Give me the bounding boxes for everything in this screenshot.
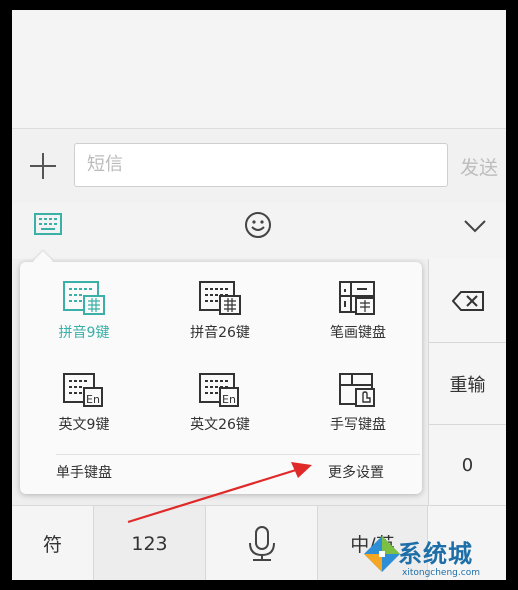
watermark-text: 系统城 xyxy=(398,540,473,568)
watermark-logo-icon xyxy=(364,536,400,572)
watermark-subtext: xitongcheng.com xyxy=(402,568,480,578)
annotation-arrow xyxy=(127,462,312,524)
watermark: 系统城 xitongcheng.com xyxy=(362,530,518,590)
